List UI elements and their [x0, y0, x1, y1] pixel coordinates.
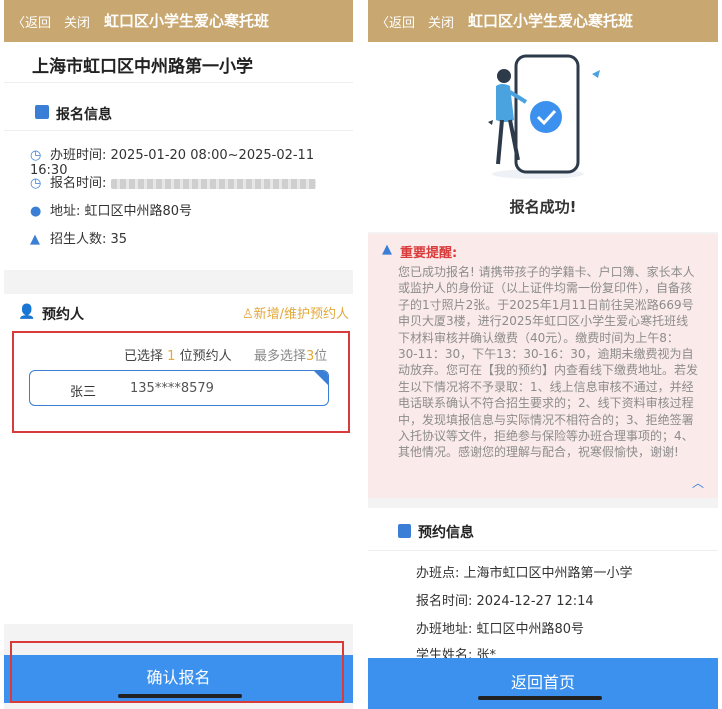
- document-icon: [398, 524, 411, 538]
- app-title: 虹口区小学生爱心寒托班: [104, 12, 270, 30]
- warning-icon: ▲: [382, 242, 392, 257]
- info-row-address: ● 地址: 虹口区中州路80号: [30, 204, 193, 219]
- user-outline-icon: ♙: [241, 307, 254, 322]
- app-title: 虹口区小学生爱心寒托班: [468, 12, 634, 30]
- back-button[interactable]: 〈返回: [12, 12, 51, 31]
- notice-panel: ▲ 重要提醒: 您已成功报名! 请携带孩子的学籍卡、户口簿、家长本人或监护人的身…: [368, 234, 718, 498]
- top-bar: 〈返回 关闭 虹口区小学生爱心寒托班: [4, 0, 353, 42]
- success-card: 报名成功!: [368, 42, 718, 232]
- right-screen: 〈返回 关闭 虹口区小学生爱心寒托班 报名成功! ▲ 重要提醒: 您已成功报名!…: [368, 0, 718, 709]
- chevron-up-icon[interactable]: ︿: [692, 474, 704, 491]
- person-card-selected[interactable]: 张三 135****8579: [29, 370, 329, 406]
- success-title: 报名成功!: [509, 198, 577, 216]
- top-bar: 〈返回 关闭 虹口区小学生爱心寒托班: [368, 0, 718, 42]
- left-screen: 〈返回 关闭 虹口区小学生爱心寒托班 上海市虹口区中州路第一小学 报名信息 ◷ 办…: [4, 0, 353, 709]
- booking-address: 办班地址: 虹口区中州路80号: [416, 622, 585, 637]
- selected-count-text: 已选择 1 位预约人: [124, 349, 232, 364]
- clock-icon: ◷: [30, 148, 42, 163]
- section-title-signup: 报名信息: [56, 107, 112, 123]
- notice-title: 重要提醒:: [400, 246, 458, 261]
- clock-icon: ◷: [30, 176, 42, 191]
- info-row-signup-time: ◷ 报名时间:: [30, 172, 316, 191]
- person-name: 张三: [70, 385, 97, 400]
- home-indicator: [478, 696, 602, 700]
- back-button[interactable]: 〈返回: [376, 12, 415, 31]
- location-pin-icon: ●: [30, 204, 42, 219]
- school-name: 上海市虹口区中州路第一小学: [32, 57, 253, 77]
- section-title-booker: 预约人: [42, 307, 84, 323]
- add-booker-link[interactable]: ♙新增/维护预约人: [242, 303, 349, 322]
- return-home-button[interactable]: 返回首页: [368, 658, 718, 709]
- divider: [4, 82, 353, 83]
- close-button[interactable]: 关闭: [428, 12, 454, 31]
- archive-icon: [35, 105, 49, 119]
- add-person-icon: 👤: [18, 304, 36, 320]
- selected-corner-icon: [314, 371, 328, 385]
- close-button[interactable]: 关闭: [64, 12, 90, 31]
- info-row-capacity: ▲ 招生人数: 35: [30, 232, 128, 247]
- notice-text: 您已成功报名! 请携带孩子的学籍卡、户口簿、家长本人或监护人的身份证（以上证件均…: [398, 265, 699, 460]
- booking-site: 办班点: 上海市虹口区中州路第一小学: [416, 566, 633, 581]
- booking-time: 报名时间: 2024-12-27 12:14: [416, 594, 594, 609]
- warning-icon: ▲: [30, 232, 40, 247]
- success-illustration-icon: [488, 54, 600, 179]
- home-indicator: [118, 694, 242, 698]
- section-title-booking: 预约信息: [418, 525, 474, 541]
- blurred-value: [110, 178, 316, 189]
- signup-info-card: 上海市虹口区中州路第一小学 报名信息 ◷ 办班时间: 2025-01-20 08:…: [4, 42, 353, 270]
- divider: [4, 130, 353, 131]
- divider: [368, 550, 718, 551]
- max-count-text: 最多选择3位: [254, 349, 328, 364]
- person-phone: 135****8579: [130, 381, 214, 396]
